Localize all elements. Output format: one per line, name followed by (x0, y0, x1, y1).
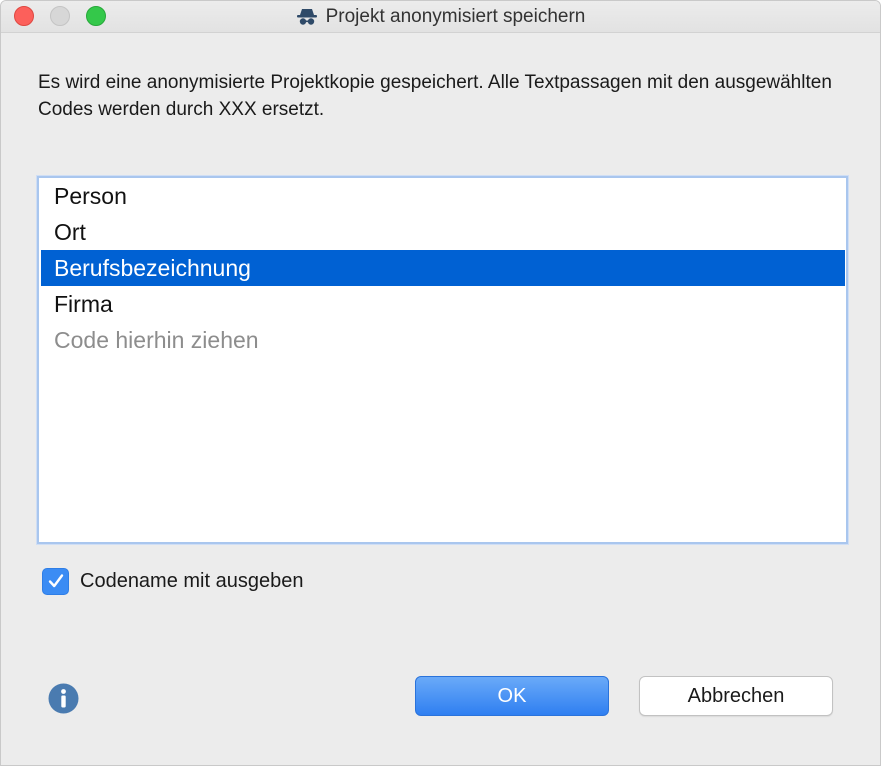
title-bar[interactable]: Projekt anonymisiert speichern (1, 1, 880, 33)
info-icon[interactable] (48, 683, 79, 714)
spy-icon (296, 7, 318, 27)
dialog-description: Es wird eine anonymisierte Projektkopie … (38, 72, 832, 120)
code-list-item-person[interactable]: Person (41, 178, 845, 214)
codename-checkbox-label[interactable]: Codename mit ausgeben (80, 570, 303, 593)
code-list[interactable]: Person Ort Berufsbezeichnung Firma Code … (37, 176, 848, 544)
drop-placeholder: Code hierhin ziehen (54, 327, 259, 353)
code-list-item-berufsbezeichnung[interactable]: Berufsbezeichnung (41, 250, 845, 286)
code-list-item-ort[interactable]: Ort (41, 214, 845, 250)
dialog-window: Projekt anonymisiert speichern Es wird e… (0, 0, 881, 766)
codename-option[interactable]: Codename mit ausgeben (42, 567, 303, 595)
checkmark-icon (48, 574, 63, 588)
codename-checkbox[interactable] (42, 567, 69, 595)
ok-button[interactable]: OK (415, 676, 609, 716)
window-title: Projekt anonymisiert speichern (325, 6, 586, 27)
cancel-button[interactable]: Abbrechen (639, 676, 833, 716)
window-title-group: Projekt anonymisiert speichern (1, 1, 880, 33)
code-list-item-firma[interactable]: Firma (41, 286, 845, 322)
